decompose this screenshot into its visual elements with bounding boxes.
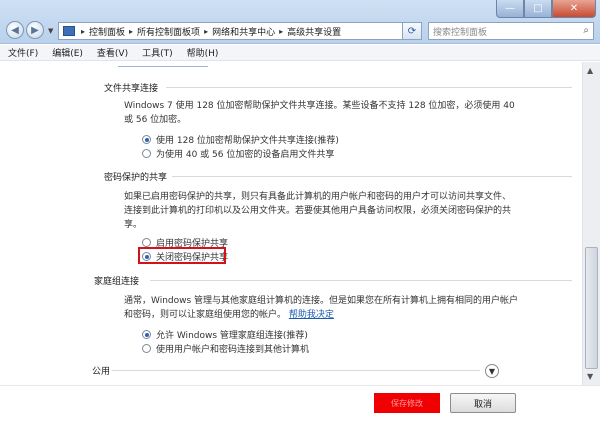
maximize-button[interactable]: □ — [524, 0, 552, 18]
control-panel-icon — [63, 26, 75, 36]
search-input[interactable]: 搜索控制面板 ⌕ — [428, 22, 594, 40]
password-sharing-desc-3: 享。 — [124, 220, 143, 230]
chevron-right-icon: ▸ — [81, 26, 86, 36]
divider — [150, 280, 572, 281]
breadcrumb-advanced-sharing[interactable]: 高级共享设置 — [287, 25, 341, 38]
minimize-button[interactable]: — — [496, 0, 524, 18]
file-sharing-option-128[interactable]: 使用 128 位加密帮助保护文件共享连接(推荐) — [142, 133, 339, 146]
search-icon: ⌕ — [583, 25, 589, 36]
radio-button[interactable] — [142, 149, 151, 158]
radio-button[interactable] — [142, 238, 151, 247]
save-changes-button[interactable]: 保存修改 — [374, 393, 440, 413]
public-section-title[interactable]: 公用 — [92, 364, 110, 377]
radio-button-selected[interactable] — [142, 330, 151, 339]
breadcrumb-control-panel[interactable]: 控制面板 — [89, 25, 125, 38]
search-placeholder: 搜索控制面板 — [433, 27, 488, 38]
address-bar[interactable]: ▸ 控制面板 ▸ 所有控制面板项 ▸ 网络和共享中心 ▸ 高级共享设置 — [58, 22, 418, 40]
menu-bar: 文件(F) 编辑(E) 查看(V) 工具(T) 帮助(H) — [0, 45, 600, 61]
homegroup-desc-1: 通常，Windows 管理与其他家庭组计算机的连接。但是如果您在所有计算机上拥有… — [124, 296, 519, 306]
menu-help[interactable]: 帮助(H) — [187, 46, 219, 59]
breadcrumb-network-center[interactable]: 网络和共享中心 — [212, 25, 275, 38]
scrollbar-thumb[interactable] — [585, 247, 598, 369]
window-controls: — □ ✕ — [496, 0, 596, 18]
homegroup-option-account[interactable]: 使用用户帐户和密码连接到其他计算机 — [142, 342, 309, 355]
divider — [172, 176, 572, 177]
homegroup-desc-2: 和密码，则可以让家庭组使用您的帐户。 帮助我决定 — [124, 308, 334, 322]
forward-arrow-icon: ▶ — [31, 24, 39, 36]
menu-file[interactable]: 文件(F) — [8, 46, 38, 59]
homegroup-title: 家庭组连接 — [94, 277, 140, 287]
password-sharing-title: 密码保护的共享 — [104, 173, 168, 183]
history-dropdown-icon[interactable]: ▼ — [48, 27, 53, 35]
file-sharing-desc-1: Windows 7 使用 128 位加密帮助保护文件共享连接。某些设备不支持 1… — [124, 101, 515, 111]
homegroup-option-windows[interactable]: 允许 Windows 管理家庭组连接(推荐) — [142, 328, 308, 341]
divider — [166, 87, 572, 88]
close-button[interactable]: ✕ — [552, 0, 596, 18]
divider — [112, 370, 480, 371]
expand-chevron-icon[interactable]: ▼ — [485, 364, 499, 378]
menu-tools[interactable]: 工具(T) — [142, 46, 173, 59]
back-arrow-icon: ◀ — [11, 24, 19, 36]
cut-off-link — [118, 63, 208, 67]
homegroup-desc-text: 和密码，则可以让家庭组使用您的帐户。 — [124, 310, 287, 320]
file-sharing-title: 文件共享连接 — [104, 84, 159, 94]
file-sharing-option-40-56[interactable]: 为使用 40 或 56 位加密的设备启用文件共享 — [142, 147, 334, 160]
refresh-button[interactable]: ⟳ — [402, 22, 422, 40]
forward-button[interactable]: ▶ — [26, 21, 44, 39]
back-button[interactable]: ◀ — [6, 21, 24, 39]
file-sharing-desc-2: 或 56 位加密。 — [124, 115, 187, 125]
radio-button-selected[interactable] — [142, 135, 151, 144]
breadcrumb-all-items[interactable]: 所有控制面板项 — [137, 25, 200, 38]
settings-panel: 文件共享连接 Windows 7 使用 128 位加密帮助保护文件共享连接。某些… — [0, 62, 582, 385]
chevron-right-icon: ▸ — [204, 26, 209, 36]
option-label: 为使用 40 或 56 位加密的设备启用文件共享 — [156, 150, 335, 160]
scroll-up-icon[interactable]: ▲ — [587, 66, 593, 75]
scroll-down-icon[interactable]: ▼ — [587, 372, 593, 381]
menu-edit[interactable]: 编辑(E) — [52, 46, 83, 59]
help-me-decide-link[interactable]: 帮助我决定 — [289, 310, 334, 320]
option-label: 允许 Windows 管理家庭组连接(推荐) — [156, 331, 308, 341]
cancel-button[interactable]: 取消 — [450, 393, 516, 413]
vertical-scrollbar[interactable]: ▲ ▼ — [582, 62, 600, 385]
refresh-icon: ⟳ — [407, 25, 417, 37]
highlight-box — [138, 247, 226, 264]
chevron-right-icon: ▸ — [279, 26, 284, 36]
option-label: 使用用户帐户和密码连接到其他计算机 — [156, 345, 310, 355]
option-label: 使用 128 位加密帮助保护文件共享连接(推荐) — [156, 136, 339, 146]
password-sharing-desc-2: 连接到此计算机的打印机以及公用文件夹。若要使其他用户具备访问权限，必须关闭密码保… — [124, 206, 512, 216]
menu-view[interactable]: 查看(V) — [97, 46, 128, 59]
radio-button[interactable] — [142, 344, 151, 353]
password-sharing-desc-1: 如果已启用密码保护的共享，则只有具备此计算机的用户帐户和密码的用户才可以访问共享… — [124, 192, 512, 202]
chevron-right-icon: ▸ — [129, 26, 134, 36]
